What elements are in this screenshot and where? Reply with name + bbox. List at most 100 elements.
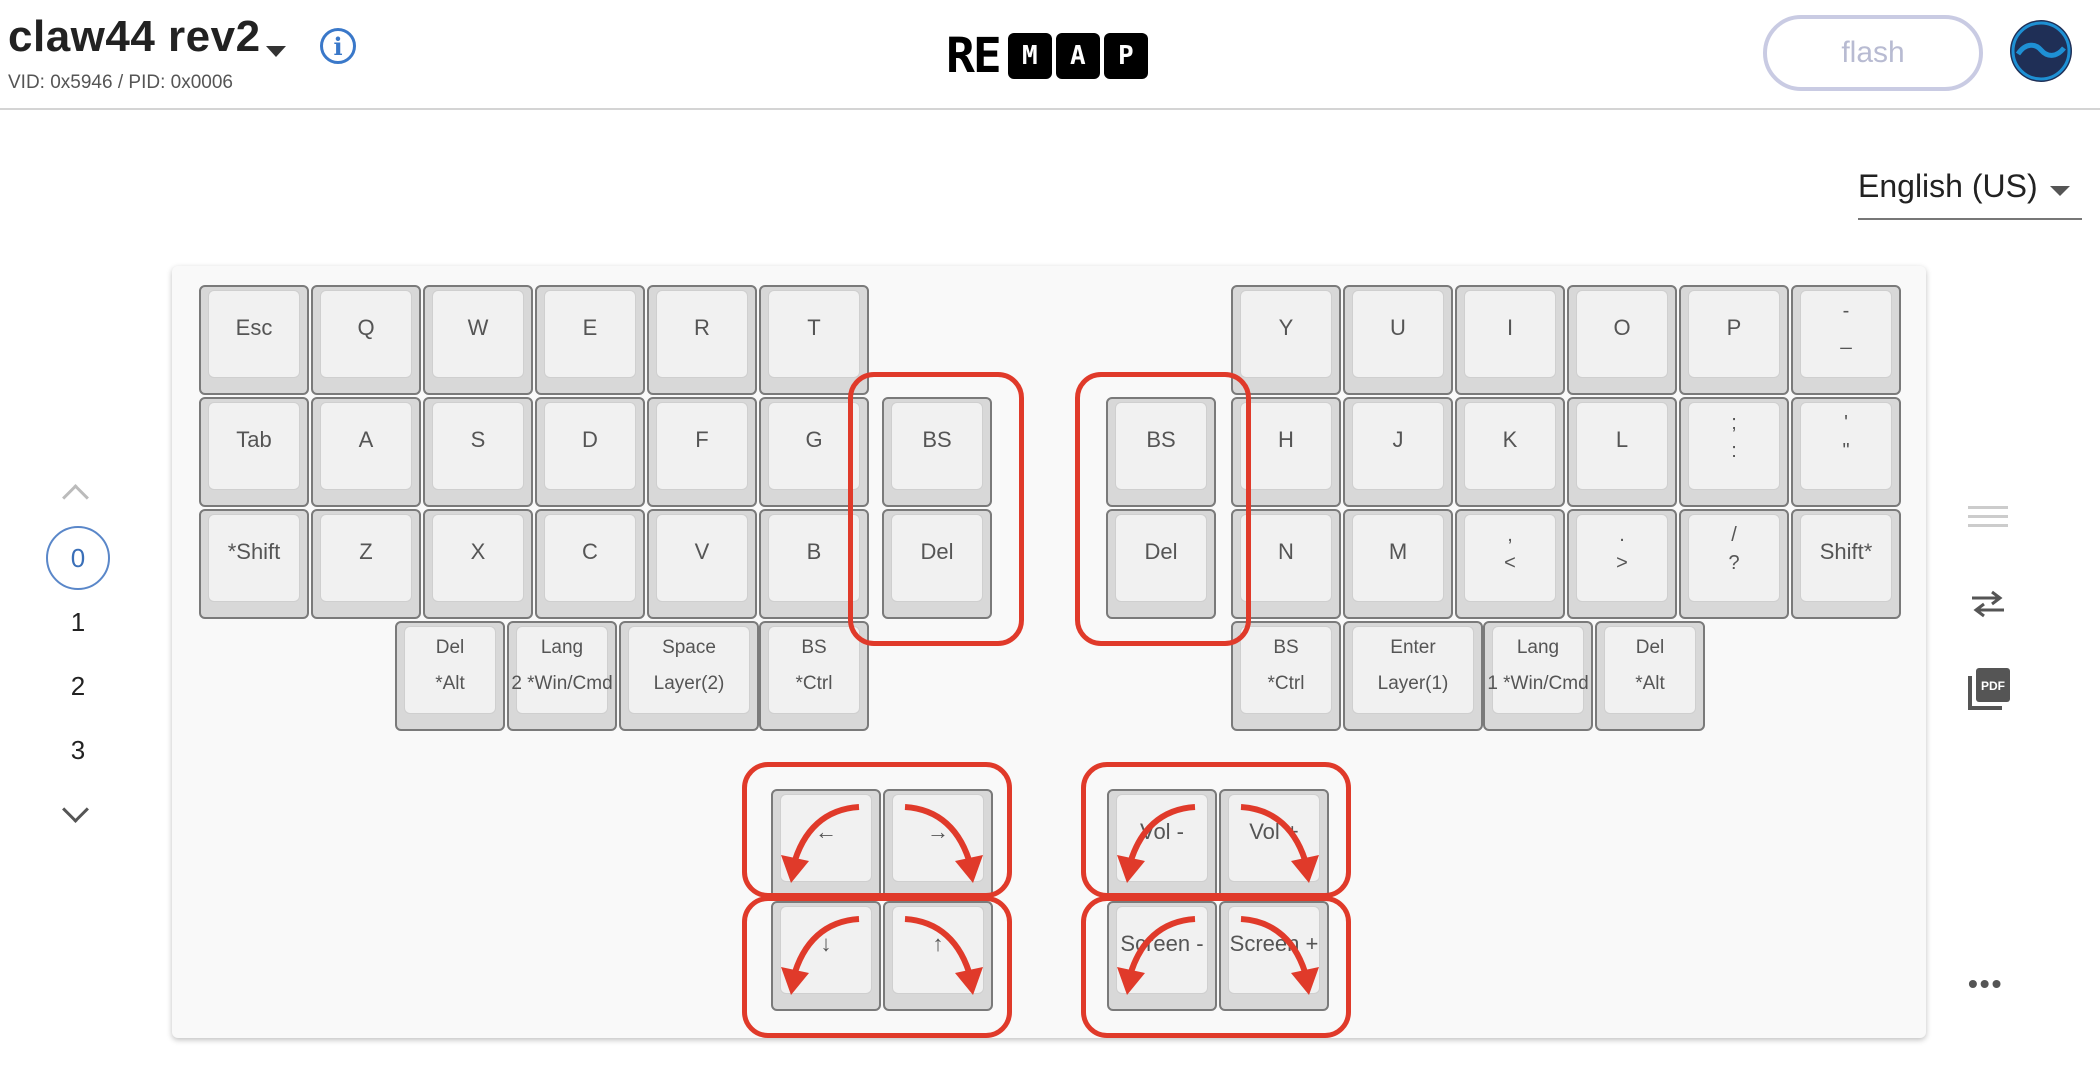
pdf-icon[interactable]: PDF (1968, 668, 2010, 710)
key-sub-label: *Alt (1635, 673, 1665, 694)
key-label: Z (359, 539, 373, 564)
key[interactable]: Lang 1 *Win/Cmd (1483, 621, 1593, 731)
key[interactable]: W (423, 285, 533, 395)
key[interactable]: E (535, 285, 645, 395)
info-icon[interactable]: i (320, 28, 356, 64)
key[interactable]: F (647, 397, 757, 507)
key-label: W (467, 315, 489, 340)
key-label: ' " (1842, 412, 1850, 462)
key[interactable]: Space Layer(2) (619, 621, 759, 731)
key[interactable]: - _ (1791, 285, 1901, 395)
key-label: I (1506, 315, 1514, 340)
key[interactable]: S (423, 397, 533, 507)
key-label: D (582, 427, 598, 452)
more-options-icon[interactable]: ••• (1968, 968, 2003, 1000)
key[interactable]: ; : (1679, 397, 1789, 507)
key[interactable]: C (535, 509, 645, 619)
key[interactable]: J (1343, 397, 1453, 507)
key[interactable]: Del *Alt (1595, 621, 1705, 731)
key[interactable]: V (647, 509, 757, 619)
key-label: K (1502, 427, 1518, 452)
rotate-ccw-arrow-icon (1117, 916, 1196, 995)
key-label: . > (1616, 524, 1628, 574)
key[interactable]: D (535, 397, 645, 507)
key[interactable]: / ? (1679, 509, 1789, 619)
key-sub-label: *Alt (435, 673, 465, 694)
key[interactable]: A (311, 397, 421, 507)
key[interactable]: , < (1455, 509, 1565, 619)
key[interactable]: Tab (199, 397, 309, 507)
key-label: F (695, 427, 709, 452)
rotate-ccw-arrow-icon (781, 804, 860, 883)
highlight-left-bs-del (848, 372, 1024, 646)
key[interactable]: Shift* (1791, 509, 1901, 619)
key[interactable]: X (423, 509, 533, 619)
key[interactable]: *Shift (199, 509, 309, 619)
key-label: BS (1273, 637, 1299, 658)
key-label: M (1388, 539, 1408, 564)
key-label: Y (1278, 315, 1294, 340)
key-sub-label: Layer(1) (1377, 673, 1449, 694)
key[interactable]: ' " (1791, 397, 1901, 507)
keyboard-language-select[interactable]: English (US) (1858, 164, 2082, 220)
language-select-value: English (US) (1858, 168, 2038, 204)
key[interactable]: O (1567, 285, 1677, 395)
avatar-wave-icon (2011, 21, 2071, 81)
key-label: BS (801, 637, 827, 658)
keymap-list-icon[interactable] (1968, 506, 2008, 534)
key-sub-label: *Ctrl (795, 673, 833, 694)
key-label: Tab (236, 427, 272, 452)
key[interactable]: Lang 2 *Win/Cmd (507, 621, 617, 731)
rotate-ccw-arrow-icon (1117, 804, 1196, 883)
layer-item-0[interactable]: 0 (46, 526, 110, 590)
key[interactable]: T (759, 285, 869, 395)
user-avatar[interactable] (2010, 20, 2072, 82)
key[interactable]: M (1343, 509, 1453, 619)
key[interactable]: BS *Ctrl (1231, 621, 1341, 731)
svg-text:PDF: PDF (1981, 679, 2005, 693)
key[interactable]: L (1567, 397, 1677, 507)
key[interactable]: . > (1567, 509, 1677, 619)
key-label: Lang (1516, 637, 1560, 658)
flash-button[interactable]: flash (1763, 15, 1983, 91)
swap-icon[interactable] (1970, 588, 2006, 620)
key-label: / ? (1728, 524, 1740, 574)
key[interactable]: I (1455, 285, 1565, 395)
key-label: Shift* (1819, 539, 1873, 564)
key-label: L (1615, 427, 1629, 452)
rotate-cw-arrow-icon (904, 804, 983, 883)
key[interactable]: U (1343, 285, 1453, 395)
key-label: Q (357, 315, 375, 340)
key[interactable]: Enter Layer(1) (1343, 621, 1483, 731)
key[interactable]: Q (311, 285, 421, 395)
key-sub-label: 2 *Win/Cmd (511, 673, 613, 694)
key-label: Del (435, 637, 465, 658)
rotate-cw-arrow-icon (904, 916, 983, 995)
layer-item-1[interactable]: 1 (46, 590, 110, 654)
key-label: , < (1504, 524, 1516, 574)
key[interactable]: K (1455, 397, 1565, 507)
key-label: R (694, 315, 710, 340)
layer-down-icon[interactable] (62, 796, 89, 823)
app-header: claw44 rev2 VID: 0x5946 / PID: 0x0006 i … (0, 0, 2100, 110)
key[interactable]: Z (311, 509, 421, 619)
rotate-cw-arrow-icon (1240, 804, 1319, 883)
key[interactable]: R (647, 285, 757, 395)
key-label: S (470, 427, 486, 452)
key[interactable]: Del *Alt (395, 621, 505, 731)
layer-item-2[interactable]: 2 (46, 654, 110, 718)
vid-pid-label: VID: 0x5946 / PID: 0x0006 (8, 72, 233, 93)
keyboard-name[interactable]: claw44 rev2 (8, 12, 261, 62)
layer-item-3[interactable]: 3 (46, 718, 110, 782)
key[interactable]: Y (1231, 285, 1341, 395)
chevron-down-icon (2050, 186, 2070, 196)
key[interactable]: P (1679, 285, 1789, 395)
key-label: C (582, 539, 598, 564)
rotate-cw-arrow-icon (1240, 916, 1319, 995)
keyboard-select-caret-icon[interactable] (266, 46, 286, 57)
key[interactable]: Esc (199, 285, 309, 395)
key-sub-label: *Ctrl (1267, 673, 1305, 694)
key-label: P (1726, 315, 1742, 340)
layer-up-icon[interactable] (62, 484, 89, 511)
key[interactable]: BS *Ctrl (759, 621, 869, 731)
